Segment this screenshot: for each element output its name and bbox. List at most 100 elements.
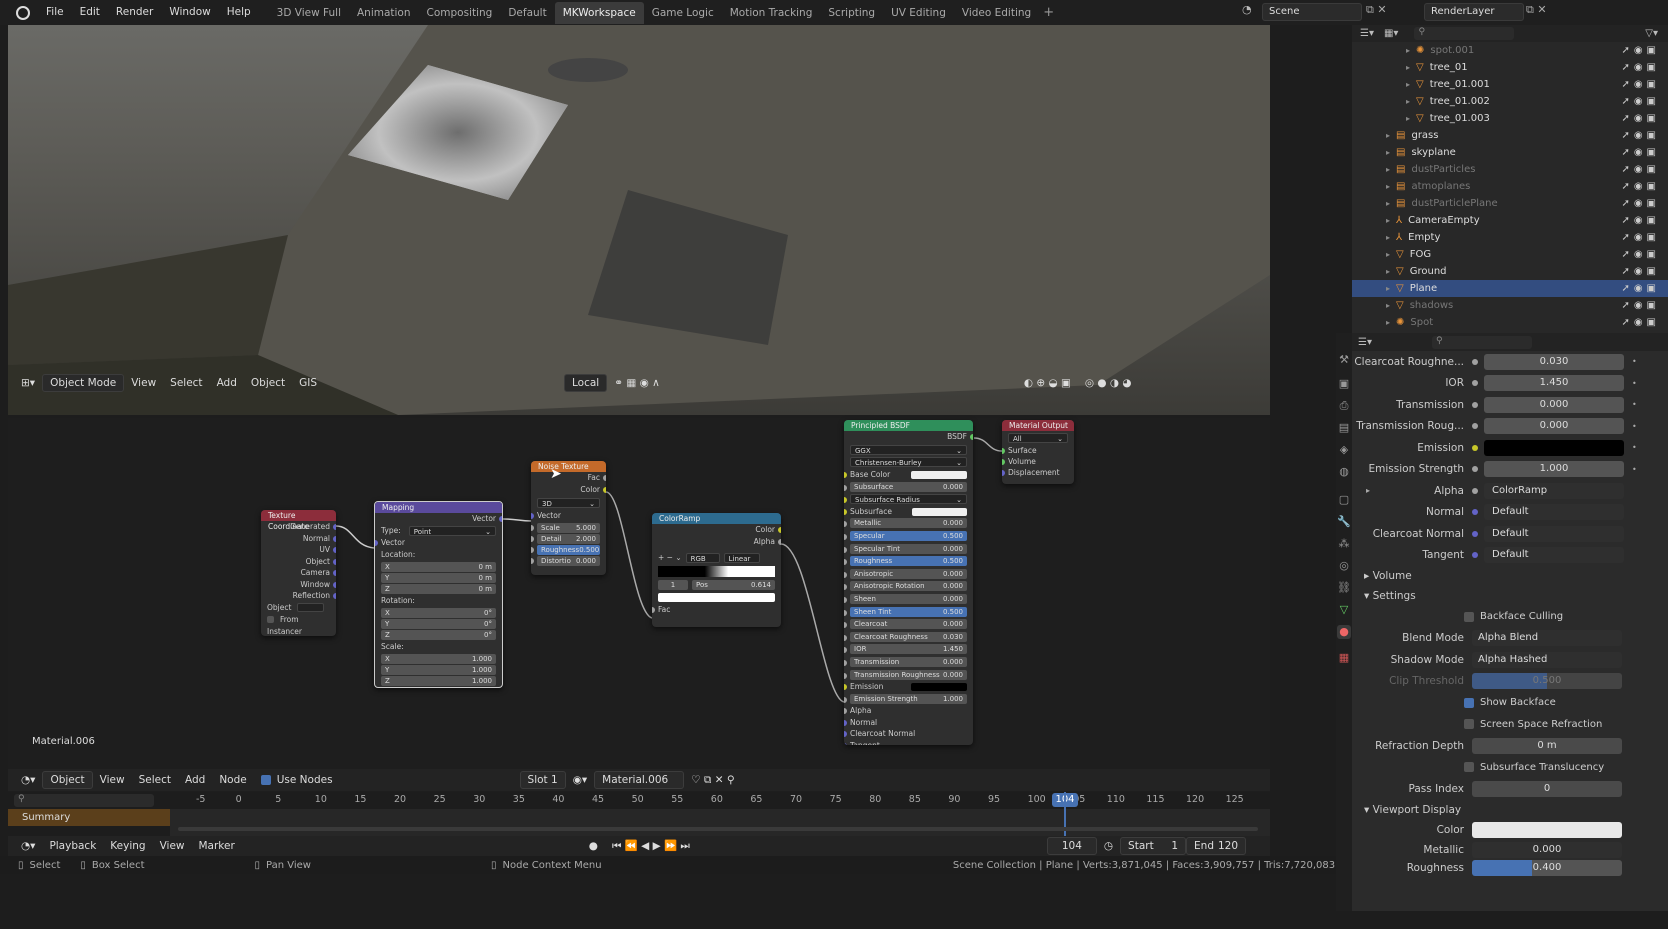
- visibility-icons[interactable]: ➚◉▣: [1621, 212, 1660, 229]
- view-layer-selector[interactable]: RenderLayer: [1424, 3, 1524, 21]
- settings-section[interactable]: ▾ Settings: [1352, 586, 1668, 606]
- socket-dot-icon[interactable]: [1472, 487, 1478, 494]
- socket-dot[interactable]: [844, 584, 847, 591]
- mode-selector[interactable]: Object Mode: [42, 374, 125, 392]
- socket-dot-icon[interactable]: [1472, 423, 1478, 430]
- expand-arrow-icon[interactable]: ▸: [1406, 46, 1410, 55]
- constraints-tab-icon[interactable]: ⛓: [1337, 581, 1351, 595]
- modifier-tab-icon[interactable]: 🔧: [1337, 515, 1351, 529]
- output-tab-icon[interactable]: ⎙: [1337, 399, 1351, 413]
- socket-dot[interactable]: [603, 487, 606, 493]
- socket-dot[interactable]: [844, 672, 847, 679]
- blend-mode-select[interactable]: Alpha Blend: [1472, 630, 1622, 647]
- visibility-icons[interactable]: ➚◉▣: [1621, 263, 1660, 280]
- socket-dot[interactable]: [844, 596, 847, 603]
- outliner-row-tree-01-001[interactable]: ▸ ▽ tree_01.001 ➚◉▣: [1352, 76, 1668, 93]
- keyframe-dot-icon[interactable]: •: [1632, 379, 1637, 388]
- expand-arrow-icon[interactable]: ▸: [1386, 199, 1390, 208]
- noise-detail-field[interactable]: Detail 2.000: [537, 534, 600, 544]
- summary-channel[interactable]: Summary: [8, 809, 170, 826]
- particles-tab-icon[interactable]: ⁂: [1337, 537, 1351, 551]
- ssr-row[interactable]: Screen Space Refraction: [1352, 714, 1668, 736]
- socket-dot[interactable]: [333, 570, 336, 576]
- socket-dot[interactable]: [844, 609, 847, 616]
- expand-arrow-icon[interactable]: ▸: [1386, 284, 1390, 293]
- workspace-tab[interactable]: Compositing: [419, 2, 501, 24]
- ramp-stop-index[interactable]: 1: [658, 580, 688, 590]
- node-menu-view[interactable]: View: [93, 772, 132, 788]
- material-tab-icon[interactable]: ●: [1337, 625, 1351, 639]
- visibility-icons[interactable]: ➚◉▣: [1621, 59, 1660, 76]
- timeline-search-icon[interactable]: ⚲: [14, 794, 154, 807]
- outliner-row-grass[interactable]: ▸ ▤ grass ➚◉▣: [1352, 127, 1668, 144]
- socket-dot[interactable]: [844, 521, 847, 528]
- outliner-name[interactable]: dustParticlePlane: [1411, 198, 1497, 209]
- property-field[interactable]: 0.000: [1484, 396, 1624, 413]
- bsdf-field[interactable]: Transmission Roughness 0.000: [850, 669, 967, 680]
- outliner-name[interactable]: FOG: [1410, 249, 1431, 260]
- property-field[interactable]: 1.450: [1484, 375, 1624, 392]
- viewport-menu-add[interactable]: Add: [210, 375, 244, 391]
- outliner-name[interactable]: spot.001: [1430, 45, 1474, 56]
- target-select[interactable]: All ⌄: [1008, 433, 1068, 443]
- property-field[interactable]: 1.000: [1484, 461, 1624, 478]
- expand-arrow-icon[interactable]: ▸: [1386, 131, 1390, 140]
- outliner-row-fog[interactable]: ▸ ▽ FOG ➚◉▣: [1352, 246, 1668, 263]
- outliner-name[interactable]: shadows: [1410, 300, 1454, 311]
- marker-menu[interactable]: Marker: [192, 838, 242, 854]
- transform-orientation[interactable]: Local: [564, 374, 608, 392]
- expand-arrow-icon[interactable]: ▸: [1386, 250, 1390, 259]
- property-link-field[interactable]: Default: [1484, 525, 1624, 542]
- bsdf-color-swatch[interactable]: [911, 471, 967, 479]
- outliner-name[interactable]: tree_01: [1430, 62, 1468, 73]
- visibility-icons[interactable]: ➚◉▣: [1621, 314, 1660, 331]
- bsdf-field[interactable]: Subsurface 0.000: [850, 481, 967, 492]
- bsdf-field[interactable]: Specular Tint 0.000: [850, 543, 967, 554]
- outliner-name[interactable]: tree_01.001: [1430, 79, 1490, 90]
- scene-icon[interactable]: ◔: [1242, 3, 1258, 19]
- view-layer-copy-close-icons[interactable]: ⧉ ✕: [1526, 3, 1560, 21]
- expand-arrow-icon[interactable]: ▸: [1366, 486, 1370, 495]
- record-icon[interactable]: ●: [582, 838, 605, 854]
- editor-type-icon[interactable]: ◔▾: [14, 772, 42, 788]
- workspace-tab[interactable]: Motion Tracking: [722, 2, 821, 24]
- scene-copy-close-icons[interactable]: ⧉ ✕: [1366, 3, 1400, 21]
- visibility-icons[interactable]: ➚◉▣: [1621, 110, 1660, 127]
- end-frame-field[interactable]: End 120: [1186, 837, 1247, 855]
- socket-dot[interactable]: [844, 546, 847, 553]
- outliner-name[interactable]: dustParticles: [1411, 164, 1475, 175]
- outliner-row-plane[interactable]: ▸ ▽ Plane ➚◉▣: [1352, 280, 1668, 297]
- socket-dot[interactable]: [603, 475, 606, 481]
- scene-selector[interactable]: Scene: [1262, 3, 1362, 21]
- outliner-mode-icon[interactable]: ▦▾: [1384, 28, 1398, 39]
- current-frame-field[interactable]: 104: [1046, 837, 1097, 855]
- show-backface-checkbox[interactable]: [1464, 697, 1474, 708]
- outliner-name[interactable]: Spot: [1410, 317, 1433, 328]
- display-roughness-field[interactable]: 0.400: [1472, 860, 1622, 876]
- timeline-scrollbar[interactable]: [178, 827, 1258, 831]
- data-tab-icon[interactable]: ▽: [1337, 603, 1351, 617]
- outliner-search[interactable]: ⚲: [1414, 27, 1515, 40]
- expand-arrow-icon[interactable]: ▸: [1386, 267, 1390, 276]
- menu-window[interactable]: Window: [161, 0, 218, 25]
- socket-dot[interactable]: [1002, 448, 1005, 454]
- editor-type-icon[interactable]: ⊞▾: [14, 375, 42, 391]
- socket-dot[interactable]: [1002, 459, 1005, 465]
- outliner-display-icon[interactable]: ☰▾: [1360, 28, 1374, 39]
- bsdf-field[interactable]: Roughness 0.500: [850, 556, 967, 567]
- outliner-name[interactable]: tree_01.003: [1430, 113, 1490, 124]
- socket-dot[interactable]: [844, 571, 847, 578]
- type-select[interactable]: Point ⌄: [408, 526, 496, 536]
- socket-dot[interactable]: [844, 497, 847, 504]
- object-tab-icon[interactable]: ▢: [1337, 493, 1351, 507]
- socket-dot-icon[interactable]: [1472, 358, 1478, 365]
- texture-tab-icon[interactable]: ▦: [1337, 651, 1351, 665]
- outliner-name[interactable]: Plane: [1410, 283, 1437, 294]
- node-editor[interactable]: Texture Coordinate Generated Normal UV Obje…: [8, 418, 1270, 818]
- snap-icons[interactable]: ⚭ ▦ ◉ ∧: [607, 375, 667, 391]
- node-menu-select[interactable]: Select: [132, 772, 178, 788]
- ramp-color-mode[interactable]: RGB: [685, 553, 720, 563]
- node-principled-bsdf[interactable]: Principled BSDF BSDF GGX ⌄ Christensen-Bu…: [844, 420, 973, 745]
- socket-dot-icon[interactable]: [1472, 552, 1478, 559]
- shadow-mode-select[interactable]: Alpha Hashed: [1472, 651, 1622, 668]
